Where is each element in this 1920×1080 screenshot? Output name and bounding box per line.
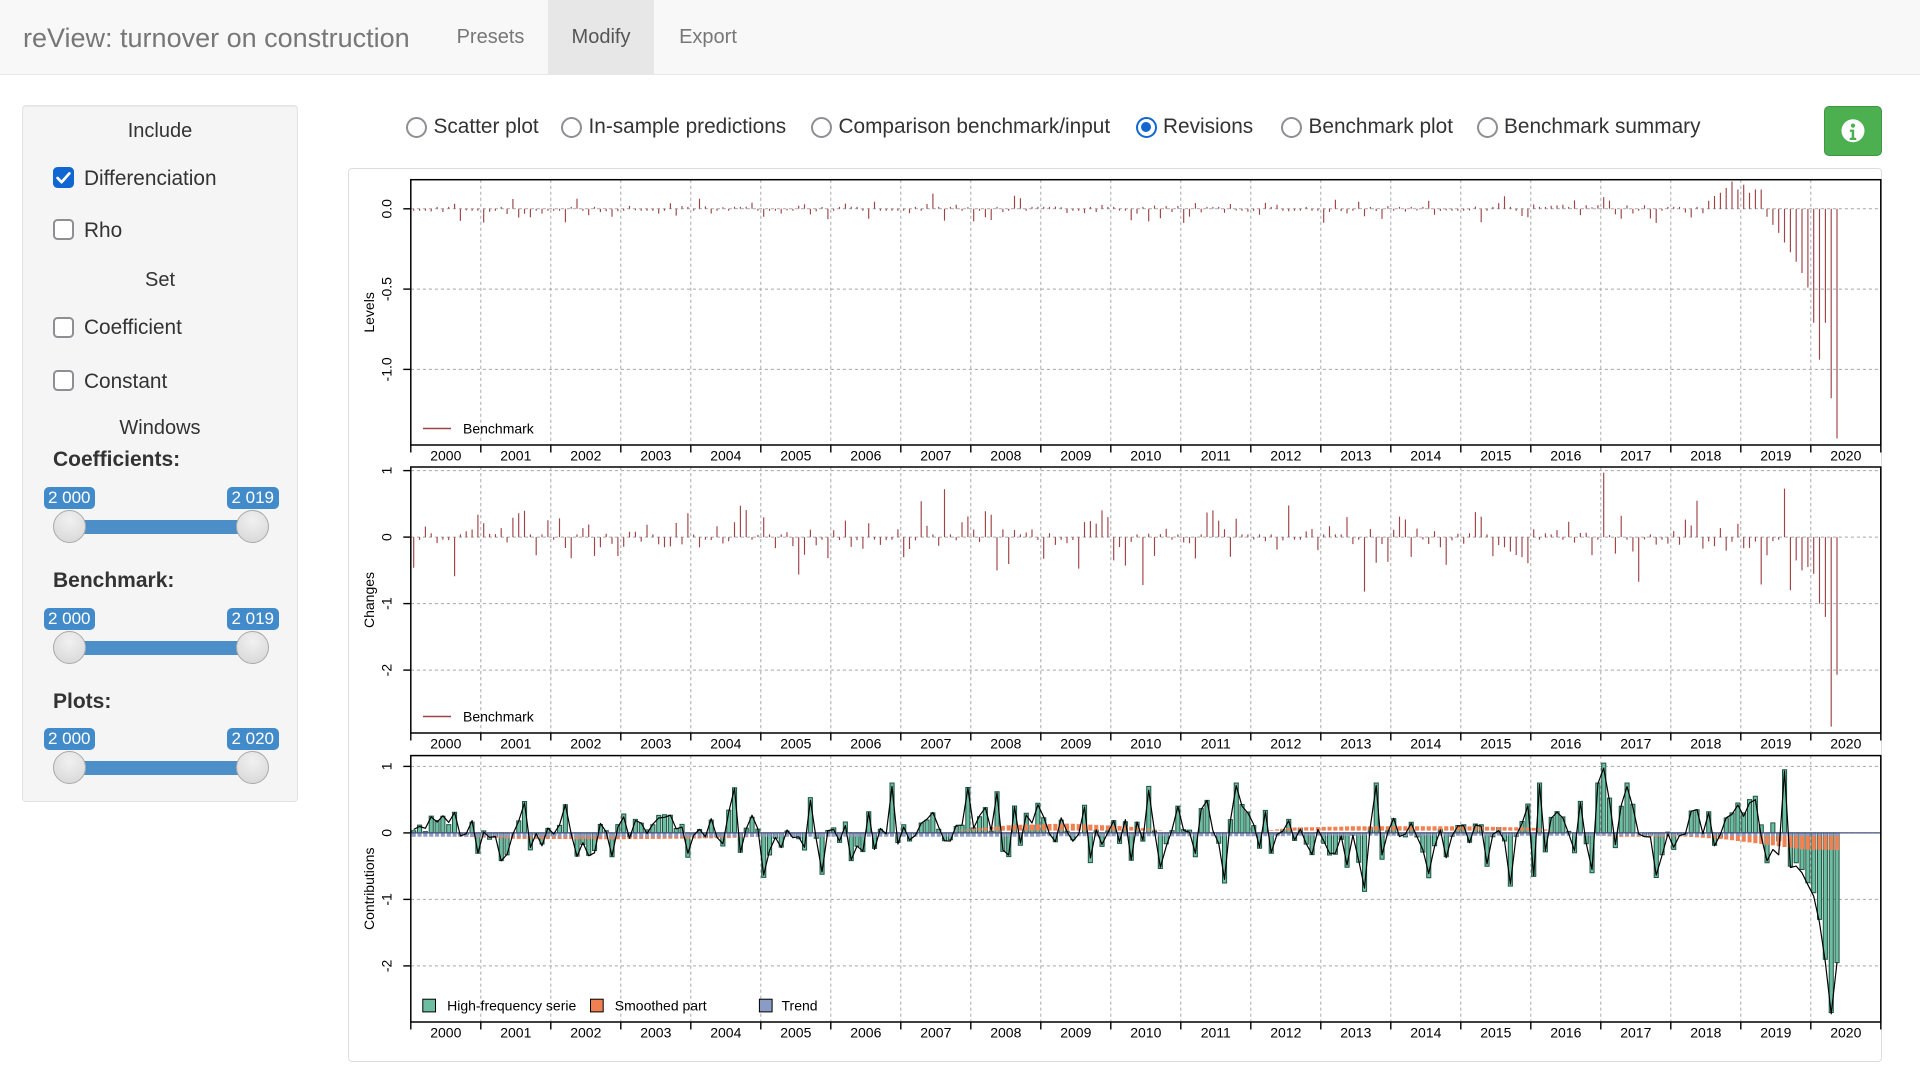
- svg-text:2008: 2008: [990, 1024, 1021, 1040]
- svg-text:2012: 2012: [1270, 735, 1301, 751]
- svg-text:Levels: Levels: [360, 292, 376, 332]
- svg-text:2009: 2009: [1060, 447, 1091, 463]
- svg-text:Benchmark: Benchmark: [463, 709, 535, 725]
- svg-text:2002: 2002: [570, 735, 601, 751]
- svg-text:2002: 2002: [570, 447, 601, 463]
- svg-text:2019: 2019: [1760, 735, 1791, 751]
- svg-text:2009: 2009: [1060, 1024, 1091, 1040]
- svg-text:0: 0: [378, 533, 394, 541]
- svg-text:2007: 2007: [920, 1024, 951, 1040]
- svg-text:1: 1: [378, 466, 394, 474]
- svg-text:2003: 2003: [640, 447, 671, 463]
- svg-text:2009: 2009: [1060, 735, 1091, 751]
- svg-text:2020: 2020: [1830, 1024, 1861, 1040]
- svg-text:2012: 2012: [1270, 447, 1301, 463]
- svg-text:2014: 2014: [1410, 1024, 1441, 1040]
- svg-text:2012: 2012: [1270, 1024, 1301, 1040]
- svg-text:2005: 2005: [780, 1024, 811, 1040]
- svg-text:2014: 2014: [1410, 735, 1441, 751]
- svg-text:2005: 2005: [780, 735, 811, 751]
- svg-text:2013: 2013: [1340, 1024, 1371, 1040]
- svg-text:2011: 2011: [1200, 735, 1230, 751]
- svg-text:2008: 2008: [990, 447, 1021, 463]
- svg-text:2004: 2004: [710, 735, 741, 751]
- svg-text:2010: 2010: [1130, 1024, 1161, 1040]
- svg-text:2003: 2003: [640, 1024, 671, 1040]
- svg-text:Trend: Trend: [781, 998, 817, 1014]
- svg-text:2018: 2018: [1690, 1024, 1721, 1040]
- svg-text:2007: 2007: [920, 735, 951, 751]
- svg-text:2006: 2006: [850, 447, 881, 463]
- svg-text:2017: 2017: [1620, 447, 1651, 463]
- svg-text:0: 0: [378, 829, 394, 837]
- svg-text:Changes: Changes: [360, 572, 376, 628]
- svg-text:2006: 2006: [850, 735, 881, 751]
- svg-text:Benchmark: Benchmark: [463, 421, 535, 437]
- svg-text:-1.0: -1.0: [378, 357, 394, 381]
- svg-text:2000: 2000: [430, 1024, 461, 1040]
- svg-text:2015: 2015: [1480, 447, 1511, 463]
- svg-text:High-frequency serie: High-frequency serie: [447, 998, 576, 1014]
- svg-text:2015: 2015: [1480, 1024, 1511, 1040]
- svg-text:-0.5: -0.5: [378, 277, 394, 301]
- svg-text:2003: 2003: [640, 735, 671, 751]
- svg-text:2014: 2014: [1410, 447, 1441, 463]
- svg-text:2001: 2001: [500, 447, 531, 463]
- svg-text:2018: 2018: [1690, 735, 1721, 751]
- svg-text:2010: 2010: [1130, 735, 1161, 751]
- svg-text:2019: 2019: [1760, 447, 1791, 463]
- svg-text:-1: -1: [378, 597, 394, 610]
- svg-text:0.0: 0.0: [378, 199, 394, 219]
- svg-text:2016: 2016: [1550, 447, 1581, 463]
- svg-text:2019: 2019: [1760, 1024, 1791, 1040]
- svg-text:2013: 2013: [1340, 735, 1371, 751]
- svg-text:1: 1: [378, 762, 394, 770]
- svg-text:-2: -2: [378, 959, 394, 972]
- svg-text:2011: 2011: [1200, 1024, 1230, 1040]
- svg-text:Smoothed part: Smoothed part: [614, 998, 706, 1014]
- svg-text:2016: 2016: [1550, 1024, 1581, 1040]
- svg-text:2008: 2008: [990, 735, 1021, 751]
- svg-text:2005: 2005: [780, 447, 811, 463]
- svg-text:2010: 2010: [1130, 447, 1161, 463]
- svg-text:Contributions: Contributions: [360, 848, 376, 931]
- svg-text:2013: 2013: [1340, 447, 1371, 463]
- svg-text:2020: 2020: [1830, 735, 1861, 751]
- svg-text:2001: 2001: [500, 735, 531, 751]
- svg-text:2007: 2007: [920, 447, 951, 463]
- svg-text:2004: 2004: [710, 447, 741, 463]
- svg-text:2011: 2011: [1200, 447, 1230, 463]
- svg-text:2020: 2020: [1830, 447, 1861, 463]
- svg-text:2017: 2017: [1620, 735, 1651, 751]
- svg-text:2006: 2006: [850, 1024, 881, 1040]
- svg-text:2018: 2018: [1690, 447, 1721, 463]
- svg-text:2016: 2016: [1550, 735, 1581, 751]
- svg-text:2017: 2017: [1620, 1024, 1651, 1040]
- svg-text:2015: 2015: [1480, 735, 1511, 751]
- svg-text:2002: 2002: [570, 1024, 601, 1040]
- svg-text:-1: -1: [378, 893, 394, 906]
- svg-text:2000: 2000: [430, 447, 461, 463]
- svg-text:2001: 2001: [500, 1024, 531, 1040]
- svg-text:-2: -2: [378, 664, 394, 677]
- svg-text:2000: 2000: [430, 735, 461, 751]
- svg-text:2004: 2004: [710, 1024, 741, 1040]
